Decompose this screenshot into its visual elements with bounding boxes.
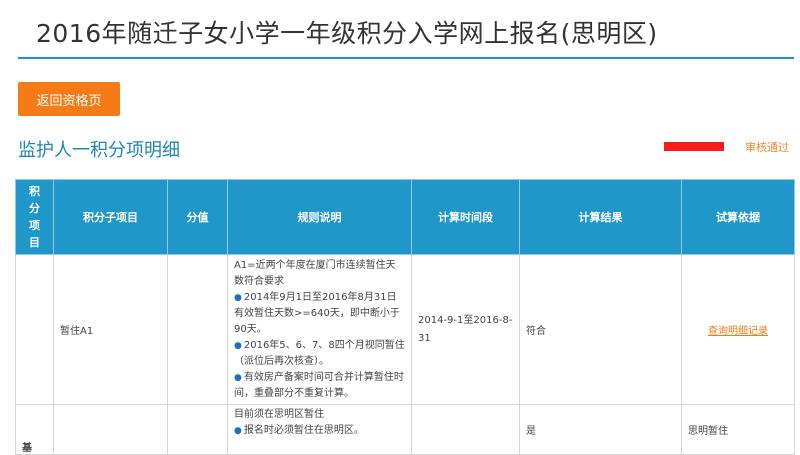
bullet-icon: ●: [234, 372, 242, 383]
table-row: 基 目前须在思明区暂住 ● 报名时必须暂住在思明区。 是 思明暂住: [15, 404, 795, 455]
cell-period: [411, 404, 520, 455]
table-row: 暂住A1 A1=近两个年度在厦门市连续暂住天数符合要求 ● 2014年9月1日至2…: [15, 254, 795, 405]
cell-sub-item: [53, 404, 168, 455]
cell-basis: 思明暂住: [681, 404, 795, 455]
cell-rules: 目前须在思明区暂住 ● 报名时必须暂住在思明区。: [227, 404, 412, 455]
rule-text: ● 有效房产备案时间可合并计算暂住时间，重叠部分不重复计算。: [234, 371, 404, 399]
title-divider: [18, 57, 794, 59]
table-header-row: 积分项目 积分子项目 分值 规则说明 计算时间段 计算结果 试算依据: [15, 179, 795, 255]
page-title: 2016年随迁子女小学一年级积分入学网上报名(思明区): [36, 19, 658, 48]
rule-text: ● 2016年5、6、7、8四个月视同暂住（派位后再次核查）。: [234, 339, 405, 367]
rule-text: 目前须在思明区暂住: [234, 409, 324, 420]
redacted-name: [664, 142, 724, 151]
section-title: 监护人一积分项明细: [18, 140, 180, 161]
cell-category: [15, 254, 54, 405]
col-header-result: 计算结果: [519, 179, 682, 255]
rule-text: A1=近两个年度在厦门市连续暂住天数符合要求: [234, 259, 396, 287]
rule-text: ● 报名时必须暂住在思明区。: [234, 425, 364, 436]
bullet-icon: ●: [234, 292, 242, 303]
cell-category: 基: [15, 404, 54, 455]
col-header-score: 分值: [167, 179, 228, 255]
col-header-category-text: 积分项目: [29, 185, 40, 249]
col-header-period: 计算时间段: [411, 179, 520, 255]
bullet-icon: ●: [234, 340, 242, 351]
points-detail-table: 积分项目 积分子项目 分值 规则说明 计算时间段 计算结果 试算依据 暂住A1 …: [15, 179, 795, 455]
bullet-icon: ●: [234, 426, 242, 436]
cell-basis: 查询明细记录: [681, 254, 795, 405]
cell-rules: A1=近两个年度在厦门市连续暂住天数符合要求 ● 2014年9月1日至2016年8…: [227, 254, 412, 405]
col-header-sub-item: 积分子项目: [53, 179, 168, 255]
cell-score: [167, 404, 228, 455]
col-header-category: 积分项目: [15, 179, 54, 255]
cell-result: 是: [519, 404, 682, 455]
col-header-rules: 规则说明: [227, 179, 412, 255]
cell-score: [167, 254, 228, 405]
status-badge: 审核通过: [745, 141, 789, 154]
col-header-basis: 试算依据: [681, 179, 795, 255]
back-to-eligibility-button[interactable]: 返回资格页: [18, 82, 120, 116]
view-detail-records-link[interactable]: 查询明细记录: [708, 326, 768, 337]
rule-text: ● 2014年9月1日至2016年8月31日有效暂住天数>=640天，即中断小于9…: [234, 291, 400, 335]
cell-period: 2014-9-1至2016-8-31: [411, 254, 520, 405]
cell-sub-item: 暂住A1: [53, 254, 168, 405]
cell-result: 符合: [519, 254, 682, 405]
